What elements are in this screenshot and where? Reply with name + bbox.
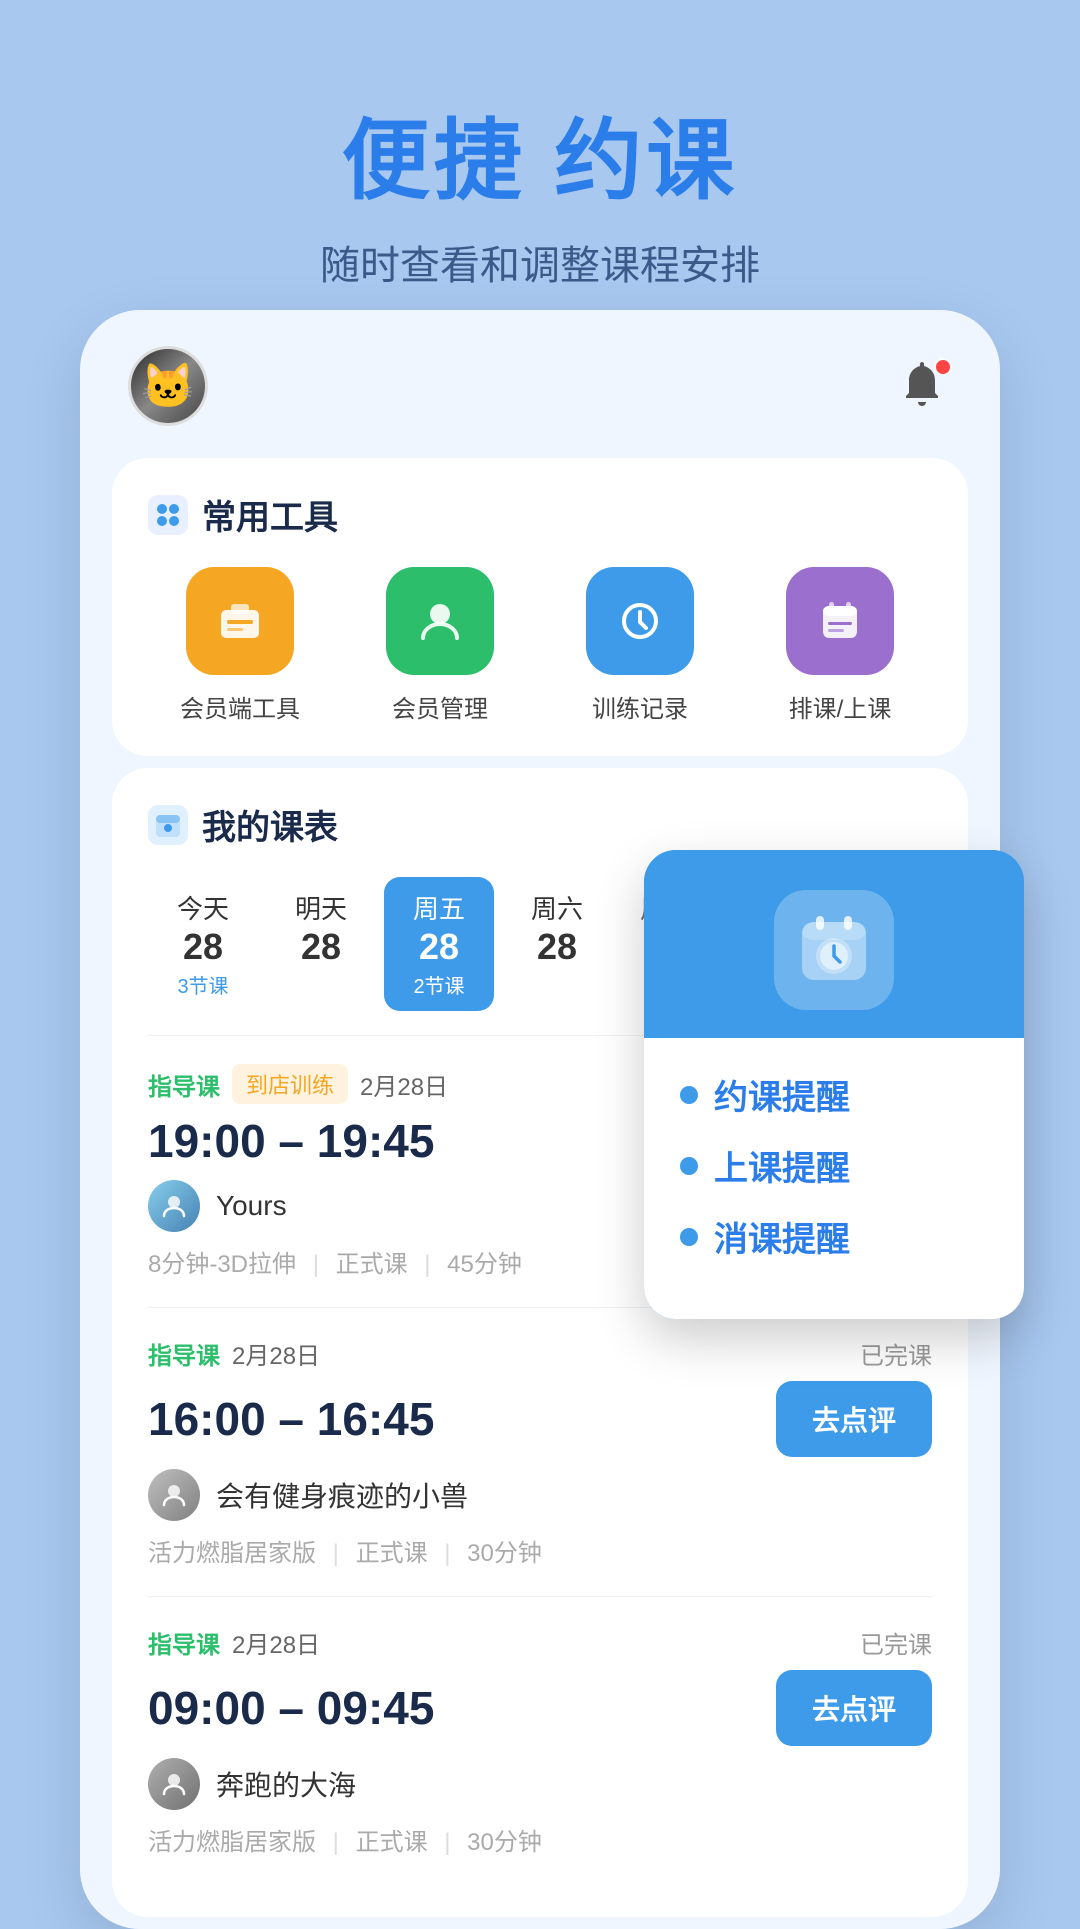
trainer-avatar-3: [148, 1758, 200, 1810]
schedule-icon: [148, 805, 188, 845]
tools-section-title: 常用工具: [148, 490, 932, 539]
completed-label-3: 已完课: [860, 1625, 932, 1660]
notification-badge: [934, 358, 952, 376]
day-tab-tomorrow[interactable]: 明天 28: [266, 877, 376, 1011]
tool-label-4: 排课/上课: [789, 689, 892, 724]
tag-guide-1: 指导课: [148, 1067, 220, 1102]
title-accent: 约课: [554, 111, 738, 210]
tool-icon-green: [386, 567, 494, 675]
class-time-row-3: 09:00 – 09:45 去点评: [148, 1670, 932, 1746]
popup-text-2: 上课提醒: [714, 1141, 850, 1190]
day-name-saturday: 周六: [531, 889, 583, 926]
class-header-2: 指导课 2月28日 已完课: [148, 1336, 932, 1371]
day-name-tomorrow: 明天: [295, 889, 347, 926]
day-name-today: 今天: [177, 889, 229, 926]
completed-label-2: 已完课: [860, 1336, 932, 1371]
day-count-friday: 2节课: [413, 970, 464, 999]
day-num-tomorrow: 28: [301, 926, 341, 968]
class-time-row-2: 16:00 – 16:45 去点评: [148, 1381, 932, 1457]
tag-date-3: 2月28日: [232, 1625, 320, 1660]
day-tab-friday[interactable]: 周五 28 2节课: [384, 877, 494, 1011]
popup-item-3: 消课提醒: [680, 1212, 988, 1261]
tool-icon-purple: [786, 567, 894, 675]
popup-reminder-card: 约课提醒 上课提醒 消课提醒: [644, 850, 1024, 1319]
popup-text-3: 消课提醒: [714, 1212, 850, 1261]
popup-dot-3: [680, 1228, 698, 1246]
tool-training-record[interactable]: 训练记录: [548, 567, 732, 724]
tool-member-tools[interactable]: 会员端工具: [148, 567, 332, 724]
trainer-name-1: Yours: [216, 1190, 287, 1222]
tool-label-2: 会员管理: [392, 689, 488, 724]
class-item-3: 指导课 2月28日 已完课 09:00 – 09:45 去点评: [148, 1596, 932, 1885]
review-button-3[interactable]: 去点评: [776, 1670, 932, 1746]
trainer-name-3: 奔跑的大海: [216, 1764, 356, 1804]
tools-grid: 会员端工具 会员管理: [148, 567, 932, 724]
popup-dot-2: [680, 1157, 698, 1175]
trainer-name-2: 会有健身痕迹的小兽: [216, 1475, 468, 1515]
tool-schedule-class[interactable]: 排课/上课: [748, 567, 932, 724]
class-details-3: 活力燃脂居家版 | 正式课 | 30分钟: [148, 1822, 932, 1857]
class-header-3: 指导课 2月28日 已完课: [148, 1625, 932, 1660]
popup-text-1: 约课提醒: [714, 1070, 850, 1119]
popup-top-area: [644, 850, 1024, 1038]
trainer-avatar-1: [148, 1180, 200, 1232]
trainer-avatar-2: [148, 1469, 200, 1521]
day-tab-saturday[interactable]: 周六 28: [502, 877, 612, 1011]
tag-date-1: 2月28日: [360, 1067, 448, 1102]
popup-bottom-area: 约课提醒 上课提醒 消课提醒: [644, 1038, 1024, 1319]
popup-dot-1: [680, 1086, 698, 1104]
day-num-saturday: 28: [537, 926, 577, 968]
tag-store-1: 到店训练: [232, 1064, 348, 1104]
class-trainer-2: 会有健身痕迹的小兽: [148, 1469, 932, 1521]
class-tags-1: 指导课 到店训练 2月28日: [148, 1064, 448, 1104]
schedule-title: 我的课表: [148, 800, 932, 849]
class-trainer-3: 奔跑的大海: [148, 1758, 932, 1810]
popup-item-2: 上课提醒: [680, 1141, 988, 1190]
day-count-today: 3节课: [177, 970, 228, 999]
tool-icon-orange: [186, 567, 294, 675]
tool-label-1: 会员端工具: [180, 689, 300, 724]
class-time-3: 09:00 – 09:45: [148, 1681, 434, 1735]
tag-date-2: 2月28日: [232, 1336, 320, 1371]
class-time-2: 16:00 – 16:45: [148, 1392, 434, 1446]
title-plain: 便捷: [342, 111, 526, 210]
tools-section: 常用工具 会员端工具: [112, 458, 968, 756]
avatar[interactable]: [128, 346, 208, 426]
phone-topbar: [80, 310, 1000, 446]
day-name-friday: 周五: [413, 889, 465, 926]
header-subtitle: 随时查看和调整课程安排: [0, 233, 1080, 291]
class-tags-3: 指导课 2月28日: [148, 1625, 320, 1660]
tool-label-3: 训练记录: [592, 689, 688, 724]
day-num-today: 28: [183, 926, 223, 968]
class-item-2: 指导课 2月28日 已完课 16:00 – 16:45 去点评: [148, 1307, 932, 1596]
day-tab-today[interactable]: 今天 28 3节课: [148, 877, 258, 1011]
class-details-2: 活力燃脂居家版 | 正式课 | 30分钟: [148, 1533, 932, 1568]
tools-section-icon: [148, 495, 188, 535]
review-button-2[interactable]: 去点评: [776, 1381, 932, 1457]
header-area: 便捷 约课 随时查看和调整课程安排: [0, 0, 1080, 331]
schedule-title-text: 我的课表: [202, 800, 338, 849]
tag-guide-3: 指导课: [148, 1625, 220, 1660]
tools-title-text: 常用工具: [202, 490, 338, 539]
tag-guide-2: 指导课: [148, 1336, 220, 1371]
popup-item-1: 约课提醒: [680, 1070, 988, 1119]
class-tags-2: 指导课 2月28日: [148, 1336, 320, 1371]
header-title: 便捷 约课: [0, 90, 1080, 217]
tool-icon-blue: [586, 567, 694, 675]
tool-member-manage[interactable]: 会员管理: [348, 567, 532, 724]
bell-button[interactable]: [896, 358, 952, 414]
popup-calendar-icon: [774, 890, 894, 1010]
day-num-friday: 28: [419, 926, 459, 968]
